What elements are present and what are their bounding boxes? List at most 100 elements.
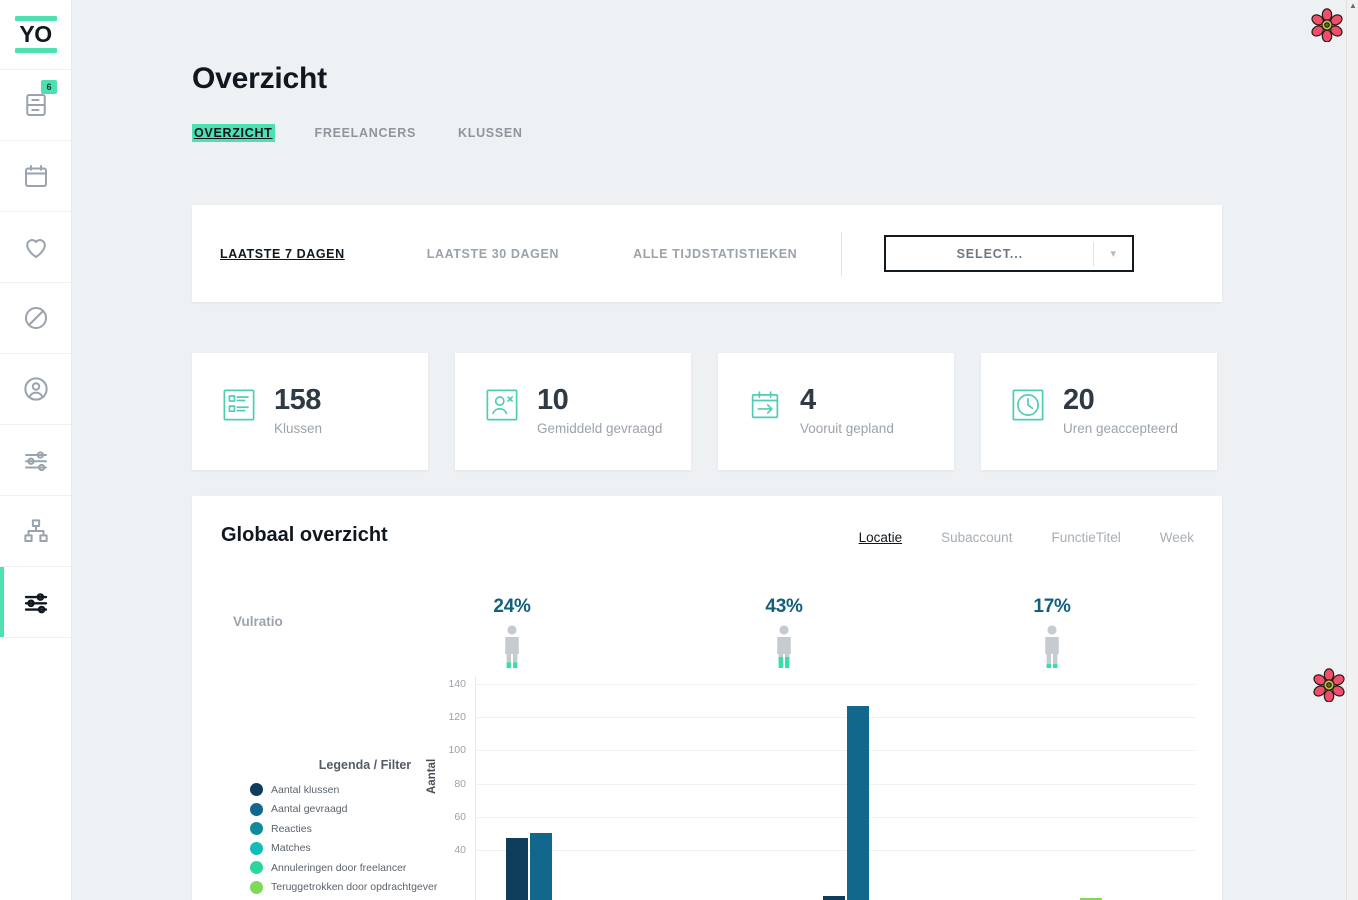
calendar-icon [21, 161, 51, 191]
ban-icon [21, 303, 51, 333]
app-logo[interactable]: YO [0, 0, 71, 70]
bar-chart: Aantal 40 60 80 100 120 140 [420, 676, 1195, 900]
select-dropdown[interactable]: SELECT... ▾ [884, 235, 1134, 272]
panel-tabs: Locatie Subaccount FunctieTitel Week [859, 530, 1194, 545]
y-axis-line [475, 676, 476, 900]
filter-last-7-days[interactable]: LAATSTE 7 DAGEN [220, 247, 345, 261]
vulratio-percent: 17% [1012, 596, 1092, 618]
chart-bar[interactable] [530, 833, 552, 900]
chart-bar[interactable] [847, 706, 869, 900]
y-axis-tick: 100 [448, 744, 466, 756]
chart-gridline: 40 [475, 850, 1195, 851]
person-fill-icon [499, 624, 525, 669]
global-overview-panel: Globaal overzicht Locatie Subaccount Fun… [192, 496, 1222, 900]
sliders-icon [21, 445, 51, 475]
chart-bar[interactable] [506, 838, 528, 900]
divider [841, 232, 842, 276]
stat-card-klussen[interactable]: 158 Klussen [192, 353, 428, 470]
logo-bar-bottom [15, 48, 57, 53]
sidebar-item-profile[interactable] [0, 354, 71, 425]
sidebar: YO 6 [0, 0, 72, 900]
filter-last-30-days[interactable]: LAATSTE 30 DAGEN [427, 247, 559, 261]
tab-klussen[interactable]: KLUSSEN [456, 124, 525, 142]
legend-label: Annuleringen door freelancer [271, 862, 406, 874]
filter-all-time[interactable]: ALLE TIJDSTATISTIEKEN [633, 247, 797, 261]
sitemap-icon [21, 516, 51, 546]
legend-color-dot [250, 803, 263, 816]
calendar-arrow-icon [747, 387, 783, 423]
person-fill-icon [771, 624, 797, 669]
stat-value: 10 [537, 385, 662, 416]
user-x-icon [484, 387, 520, 423]
panel-title: Globaal overzicht [221, 524, 388, 547]
vulratio-percent: 24% [472, 596, 552, 618]
y-axis-tick: 140 [448, 678, 466, 690]
legend-label: Reacties [271, 823, 312, 835]
clock-icon [1010, 387, 1046, 423]
legend-color-dot [250, 783, 263, 796]
page-scrollbar[interactable]: ▲ [1346, 0, 1358, 900]
chart-gridline: 120 [475, 717, 1195, 718]
stat-label: Klussen [274, 419, 322, 438]
sliders-icon [21, 587, 51, 617]
chart-gridline: 60 [475, 817, 1195, 818]
y-axis-tick: 40 [454, 844, 466, 856]
panel-tab-locatie[interactable]: Locatie [859, 530, 903, 545]
primary-tabs: OVERZICHT FREELANCERS KLUSSEN [192, 124, 525, 142]
logo-text: YO [15, 21, 57, 48]
y-axis-tick: 80 [454, 778, 466, 790]
chart-gridline: 80 [475, 784, 1195, 785]
flower-icon[interactable] [1310, 8, 1344, 42]
stat-label: Uren geaccepteerd [1063, 419, 1178, 438]
sidebar-item-calendar[interactable] [0, 141, 71, 212]
vulratio-item: 43% [744, 596, 824, 669]
stat-value: 158 [274, 385, 322, 416]
legend-color-dot [250, 861, 263, 874]
stat-card-uren-geaccepteerd[interactable]: 20 Uren geaccepteerd [981, 353, 1217, 470]
legend-color-dot [250, 842, 263, 855]
chevron-up-icon[interactable]: ▲ [1347, 1, 1358, 10]
sidebar-item-settings[interactable] [0, 425, 71, 496]
stat-card-gemiddeld-gevraagd[interactable]: 10 Gemiddeld gevraagd [455, 353, 691, 470]
vulratio-percent: 43% [744, 596, 824, 618]
stat-label: Vooruit gepland [800, 419, 894, 438]
time-filter-bar: LAATSTE 7 DAGEN LAATSTE 30 DAGEN ALLE TI… [192, 205, 1222, 302]
stat-value: 20 [1063, 385, 1178, 416]
stat-cards: 158 Klussen 10 Gemiddeld gevraagd [192, 353, 1217, 470]
person-fill-icon [1039, 624, 1065, 669]
select-value: SELECT... [886, 247, 1093, 261]
y-axis-tick: 120 [448, 711, 466, 723]
flower-icon[interactable] [1312, 668, 1346, 702]
sidebar-item-blocked[interactable] [0, 283, 71, 354]
archive-badge: 6 [41, 80, 57, 94]
sidebar-item-archive[interactable]: 6 [0, 70, 71, 141]
chart-bar[interactable] [823, 896, 845, 900]
sidebar-item-favorites[interactable] [0, 212, 71, 283]
main-content: Overzicht OVERZICHT FREELANCERS KLUSSEN … [72, 0, 1358, 900]
legend-color-dot [250, 881, 263, 894]
heart-icon [21, 232, 51, 262]
vulratio-item: 17% [1012, 596, 1092, 669]
panel-tab-functietitel[interactable]: FunctieTitel [1051, 530, 1120, 545]
legend-color-dot [250, 822, 263, 835]
y-axis-tick: 60 [454, 811, 466, 823]
vulratio-label: Vulratio [233, 614, 283, 629]
legend-label: Teruggetrokken door opdrachtgever [271, 881, 437, 893]
legend-label: Matches [271, 842, 311, 854]
stat-label: Gemiddeld gevraagd [537, 419, 662, 438]
tab-overzicht[interactable]: OVERZICHT [192, 124, 275, 142]
y-axis-title: Aantal [426, 759, 438, 794]
chevron-down-icon[interactable]: ▾ [1094, 247, 1132, 260]
legend-label: Aantal gevraagd [271, 803, 347, 815]
vulratio-row: 24% 43% 17% [432, 596, 1192, 676]
user-circle-icon [21, 374, 51, 404]
sidebar-item-organization[interactable] [0, 496, 71, 567]
tab-freelancers[interactable]: FREELANCERS [313, 124, 418, 142]
stat-card-vooruit-gepland[interactable]: 4 Vooruit gepland [718, 353, 954, 470]
clipboard-list-icon [221, 387, 257, 423]
panel-tab-subaccount[interactable]: Subaccount [941, 530, 1012, 545]
panel-tab-week[interactable]: Week [1160, 530, 1194, 545]
stat-value: 4 [800, 385, 894, 416]
sidebar-item-dashboard[interactable] [0, 567, 71, 638]
page-title: Overzicht [192, 62, 327, 96]
